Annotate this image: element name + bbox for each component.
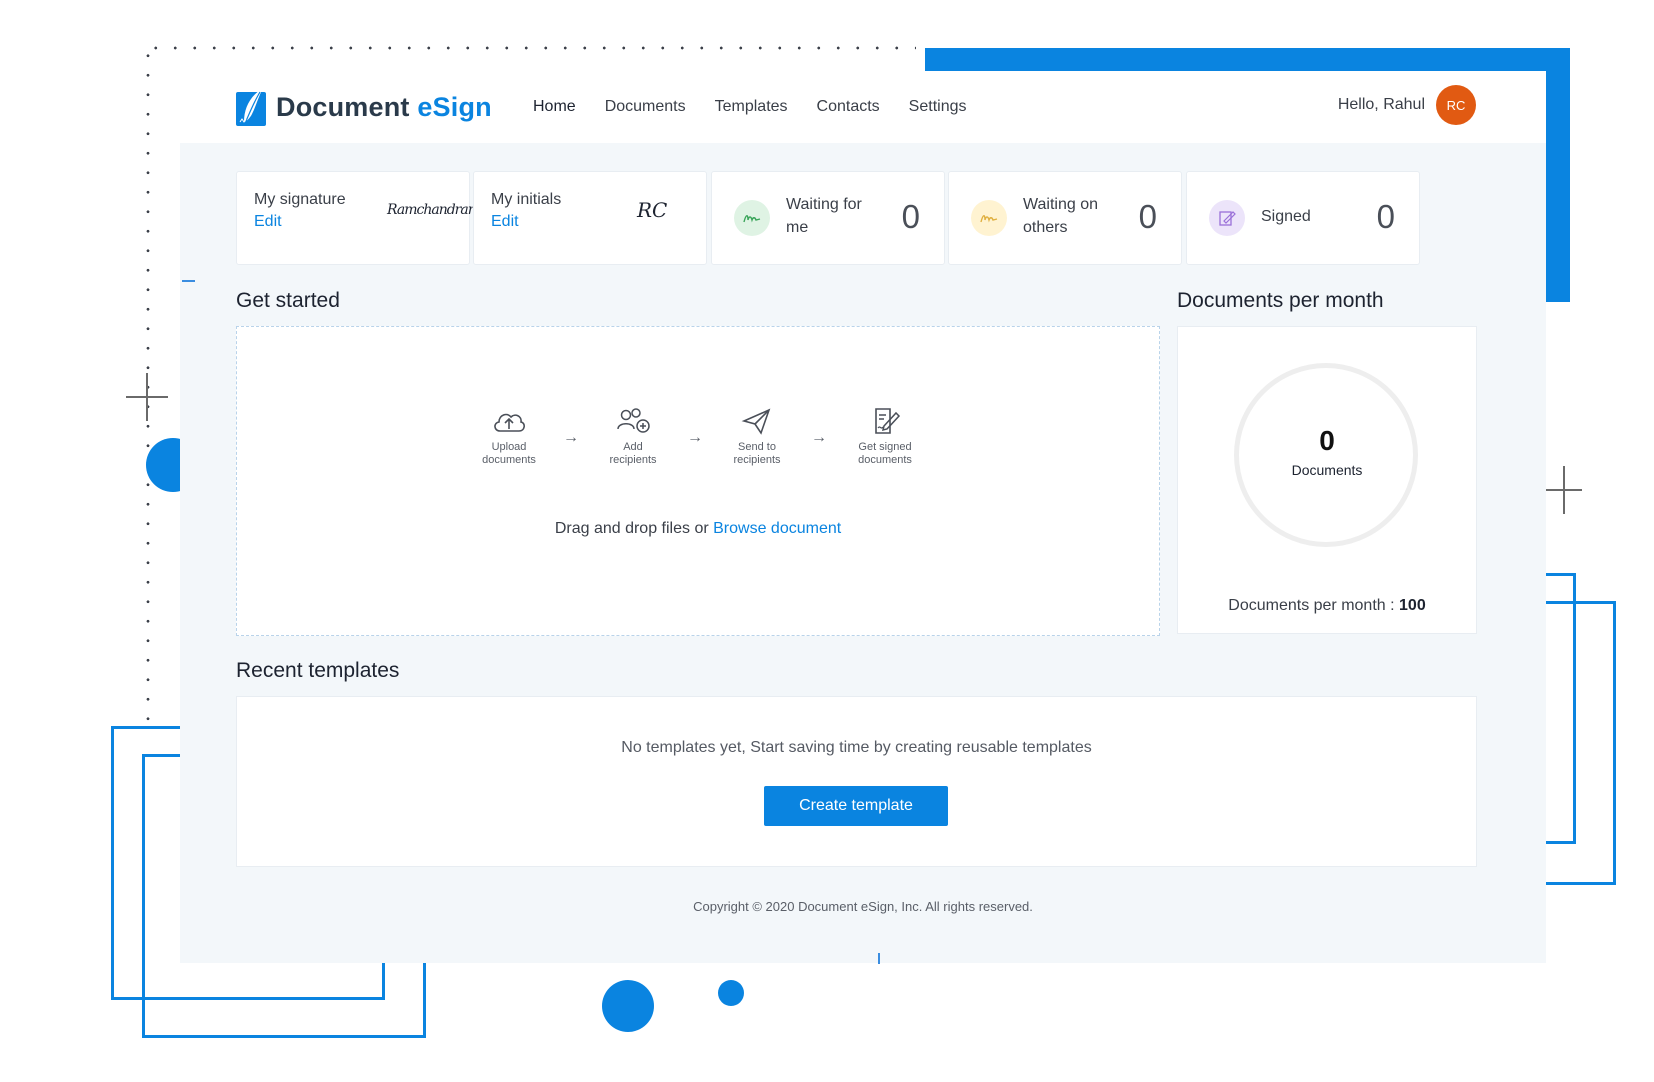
step-add-recipients: Add recipients bbox=[591, 407, 675, 467]
limit-value: 100 bbox=[1399, 597, 1426, 614]
waiting-for-me-count: 0 bbox=[901, 198, 920, 235]
waiting-on-others-card[interactable]: Waiting on others 0 bbox=[948, 171, 1182, 265]
arrow-icon: → bbox=[811, 429, 827, 446]
nav-documents[interactable]: Documents bbox=[605, 98, 686, 116]
user-greeting: Hello, Rahul bbox=[1337, 96, 1425, 113]
logo-word-document: Document bbox=[276, 91, 410, 122]
logo[interactable]: Document eSign bbox=[236, 88, 492, 126]
decorative-line bbox=[182, 280, 195, 282]
paper-plane-icon bbox=[741, 408, 771, 435]
browse-document-link[interactable]: Browse document bbox=[713, 520, 841, 537]
step-send-line-2: recipients bbox=[733, 454, 781, 466]
documents-per-month-limit: Documents per month : 100 bbox=[1178, 597, 1476, 615]
documents-count: 0 bbox=[1319, 425, 1335, 456]
cloud-upload-icon bbox=[494, 413, 525, 432]
step-add-line-2: recipients bbox=[609, 454, 657, 466]
get-started-title: Get started bbox=[236, 289, 340, 312]
waiting-on-others-label: Waiting on others bbox=[1023, 193, 1098, 239]
my-signature-card: My signature Edit Ramchandran bbox=[236, 171, 477, 265]
decorative-circle bbox=[718, 980, 744, 1006]
feather-logo-icon bbox=[236, 88, 266, 126]
decorative-line bbox=[878, 953, 880, 964]
waiting-for-me-label: Waiting for me bbox=[786, 193, 862, 239]
logo-text: Document eSign bbox=[276, 92, 492, 123]
documents-per-month-title: Documents per month bbox=[1177, 289, 1384, 312]
edit-initials-link[interactable]: Edit bbox=[491, 213, 519, 231]
nav-contacts[interactable]: Contacts bbox=[817, 98, 880, 116]
top-navigation-bar: Document eSign Home Documents Templates … bbox=[180, 71, 1546, 143]
signature-icon bbox=[971, 200, 1007, 236]
nav-templates[interactable]: Templates bbox=[715, 98, 788, 116]
avatar[interactable]: RC bbox=[1436, 85, 1476, 125]
my-initials-card: My initials Edit RC bbox=[473, 171, 707, 265]
copyright: Copyright © 2020 Document eSign, Inc. Al… bbox=[693, 899, 1033, 914]
waiting-on-others-label-line-1: Waiting on bbox=[1023, 196, 1098, 213]
documents-count-label: Documents bbox=[1291, 462, 1363, 478]
signature-preview: Ramchandran bbox=[387, 202, 477, 218]
step-add-line-1: Add bbox=[623, 441, 643, 453]
step-signed-line-1: Get signed bbox=[858, 441, 912, 453]
step-send-line-1: Send to bbox=[738, 441, 776, 453]
decorative-dots-top bbox=[146, 46, 916, 50]
app-window: Document eSign Home Documents Templates … bbox=[180, 71, 1546, 963]
recent-templates-title: Recent templates bbox=[236, 659, 400, 682]
drop-text: Drag and drop files or bbox=[554, 520, 714, 537]
plus-icon bbox=[126, 373, 168, 421]
signed-document-icon bbox=[1209, 200, 1245, 236]
step-get-signed: Get signed documents bbox=[839, 407, 931, 467]
step-upload-line-2: documents bbox=[482, 454, 536, 466]
step-upload: Upload documents bbox=[467, 407, 551, 467]
waiting-for-me-label-line-1: Waiting for bbox=[786, 196, 862, 213]
decorative-bar-top bbox=[925, 48, 1570, 71]
waiting-on-others-count: 0 bbox=[1138, 198, 1157, 235]
step-signed-line-2: documents bbox=[858, 454, 912, 466]
drop-instructions: Drag and drop files or Browse document bbox=[237, 520, 1159, 538]
decorative-circle bbox=[602, 980, 654, 1032]
waiting-for-me-label-line-2: me bbox=[786, 219, 809, 236]
signed-card[interactable]: Signed 0 bbox=[1186, 171, 1420, 265]
templates-empty-message: No templates yet, Start saving time by c… bbox=[621, 739, 1092, 756]
waiting-for-me-card[interactable]: Waiting for me 0 bbox=[711, 171, 945, 265]
nav-settings[interactable]: Settings bbox=[909, 98, 967, 116]
step-send: Send to recipients bbox=[715, 407, 799, 467]
logo-word-esign: eSign bbox=[417, 91, 492, 122]
create-template-button[interactable]: Create template bbox=[764, 786, 948, 826]
my-signature-label: My signature bbox=[254, 191, 346, 208]
upload-dropzone[interactable]: Upload documents → Add recipients → Send… bbox=[236, 326, 1160, 636]
signed-document-icon bbox=[875, 408, 901, 434]
user-menu[interactable]: Hello, Rahul RC bbox=[1338, 85, 1476, 125]
my-initials-label: My initials bbox=[491, 191, 562, 208]
arrow-icon: → bbox=[563, 429, 579, 446]
waiting-on-others-label-line-2: others bbox=[1023, 219, 1068, 236]
arrow-icon: → bbox=[687, 429, 703, 446]
plus-icon bbox=[1546, 466, 1582, 514]
documents-per-month-card: 0 Documents Documents per month : 100 bbox=[1177, 326, 1477, 634]
edit-signature-link[interactable]: Edit bbox=[254, 213, 282, 231]
add-users-icon bbox=[617, 408, 650, 433]
signed-count: 0 bbox=[1376, 198, 1395, 235]
signed-label: Signed bbox=[1261, 208, 1311, 225]
signature-icon bbox=[734, 200, 770, 236]
main-nav: Home Documents Templates Contacts Settin… bbox=[533, 71, 995, 143]
workflow-steps: Upload documents → Add recipients → Send… bbox=[467, 407, 931, 467]
nav-home[interactable]: Home bbox=[533, 98, 576, 116]
initials-preview: RC bbox=[637, 198, 668, 222]
limit-label: Documents per month : bbox=[1228, 597, 1400, 614]
step-upload-line-1: Upload bbox=[491, 441, 527, 453]
recent-templates-panel: No templates yet, Start saving time by c… bbox=[236, 696, 1477, 867]
decorative-bar-right bbox=[1546, 48, 1570, 302]
